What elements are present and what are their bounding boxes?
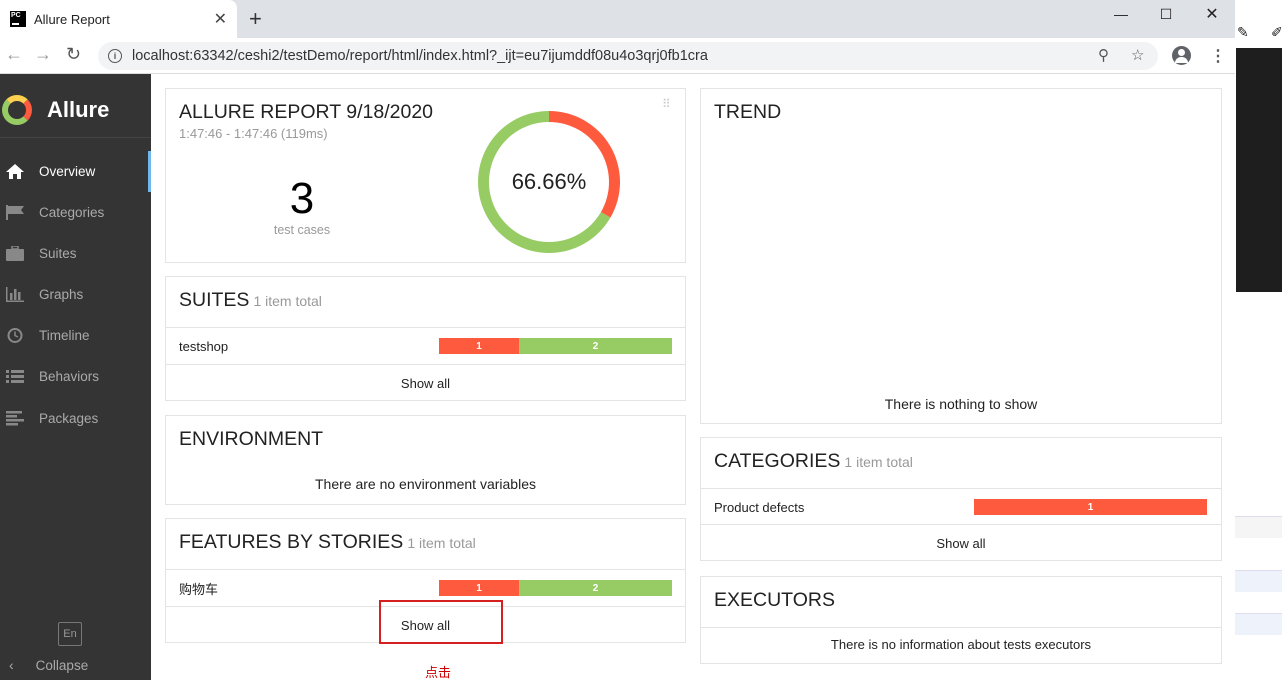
collapse-button[interactable]: ‹ Collapse [0, 654, 151, 676]
status-bar: 1 [974, 499, 1207, 515]
briefcase-icon [6, 246, 24, 261]
allure-logo[interactable]: Allure [0, 82, 151, 138]
test-count: 3 [289, 174, 315, 223]
environment-title: ENVIRONMENT [179, 428, 324, 450]
new-tab-icon[interactable]: + [249, 6, 262, 32]
bar-chart-icon [6, 287, 24, 302]
executors-message: There is no information about tests exec… [830, 637, 1092, 652]
features-title: FEATURES BY STORIES 1 item total [179, 531, 476, 553]
status-bar: 1 2 [439, 580, 672, 596]
sidebar-item-label: Categories [39, 205, 105, 220]
highlight-box [379, 600, 503, 644]
bookmark-star-icon[interactable]: ☆ [1131, 46, 1144, 64]
failed-count[interactable]: 1 [439, 580, 519, 596]
sidebar-item-label: Overview [39, 164, 96, 179]
background-dark-panel [1236, 48, 1282, 292]
flag-icon [6, 205, 24, 220]
suites-title: SUITES 1 item total [179, 289, 322, 311]
pen-icon: ✎ [1237, 24, 1249, 40]
sidebar-item-label: Behaviors [39, 369, 100, 384]
environment-widget: ENVIRONMENT There are no environment var… [165, 415, 686, 505]
align-left-icon [6, 411, 24, 426]
language-switch[interactable]: En [58, 622, 82, 646]
sidebar-item-packages[interactable]: Packages [0, 398, 151, 439]
summary-widget: ALLURE REPORT 9/18/2020 1:47:46 - 1:47:4… [165, 88, 686, 263]
report-time: 1:47:46 - 1:47:46 (119ms) [179, 126, 328, 141]
close-tab-icon[interactable]: ✕ [214, 9, 227, 29]
chevron-left-icon: ‹ [9, 657, 14, 673]
menu-kebab-icon[interactable]: ⋮ [1210, 46, 1226, 66]
pycharm-icon: PC [10, 11, 26, 27]
pass-rate-donut: 66.66% [478, 111, 620, 253]
trend-title: TREND [714, 101, 782, 123]
show-all-button[interactable]: Show all [701, 524, 1221, 561]
suite-name: testshop [179, 338, 229, 354]
browser-tab-bar: PC Allure Report ✕ + — ☐ ✕ [0, 0, 1235, 38]
table-row[interactable]: testshop 1 2 [166, 327, 685, 364]
sidebar-item-label: Packages [39, 411, 99, 426]
sidebar-item-graphs[interactable]: Graphs [0, 274, 151, 315]
test-count-label: test cases [273, 223, 331, 237]
passed-count[interactable]: 2 [519, 338, 672, 354]
defect-count[interactable]: 1 [974, 499, 1207, 515]
background-row [1235, 570, 1282, 592]
categories-title: CATEGORIES 1 item total [714, 450, 913, 472]
divider [701, 627, 1221, 628]
background-row [1235, 516, 1282, 538]
sidebar-item-timeline[interactable]: Timeline [0, 315, 151, 356]
executors-widget: EXECUTORS There is no information about … [700, 576, 1222, 664]
failed-count[interactable]: 1 [439, 338, 519, 354]
environment-message: There are no environment variables [314, 476, 536, 492]
status-bar: 1 2 [439, 338, 672, 354]
failed-segment [549, 111, 620, 218]
drag-handle-icon[interactable]: ⠿ [662, 98, 671, 110]
maximize-icon[interactable]: ☐ [1143, 0, 1189, 28]
sidebar-item-label: Graphs [39, 287, 84, 302]
table-row[interactable]: Product defects 1 [701, 488, 1221, 525]
main-content: ALLURE REPORT 9/18/2020 1:47:46 - 1:47:4… [151, 74, 1235, 680]
sidebar-item-label: Suites [39, 246, 77, 261]
url-text: localhost:63342/ceshi2/testDemo/report/h… [132, 48, 708, 64]
tab-title: Allure Report [34, 11, 110, 27]
close-window-icon[interactable]: ✕ [1189, 0, 1235, 28]
annotation-text: 点击 [425, 665, 452, 680]
back-icon[interactable]: ← [5, 44, 23, 65]
collapse-label: Collapse [35, 657, 89, 673]
browser-tab[interactable]: PC Allure Report ✕ [0, 0, 237, 38]
sidebar-item-suites[interactable]: Suites [0, 233, 151, 274]
sidebar-item-label: Timeline [39, 328, 90, 343]
address-bar: ← → ↻ i localhost:63342/ceshi2/testDemo/… [0, 38, 1235, 74]
clock-icon [6, 328, 24, 343]
pass-rate-text: 66.66% [512, 169, 587, 194]
reload-icon[interactable]: ↻ [66, 44, 81, 65]
list-icon [6, 369, 24, 384]
show-all-button[interactable]: Show all [166, 364, 685, 401]
background-window: ✎ ✐ [1235, 0, 1282, 680]
executors-title: EXECUTORS [714, 589, 835, 611]
edit-icon: ✐ [1271, 24, 1282, 40]
minimize-icon[interactable]: — [1098, 0, 1144, 28]
report-title: ALLURE REPORT 9/18/2020 [179, 101, 434, 123]
suites-widget: SUITES 1 item total testshop 1 2 Show all [165, 276, 686, 401]
sidebar-item-behaviors[interactable]: Behaviors [0, 356, 151, 397]
background-row [1235, 613, 1282, 635]
sidebar-item-categories[interactable]: Categories [0, 192, 151, 233]
category-name: Product defects [714, 499, 805, 515]
forward-icon[interactable]: → [34, 44, 52, 65]
sidebar: Allure Overview Categories Suites Graphs… [0, 74, 151, 680]
zoom-icon[interactable]: ⚲ [1098, 46, 1109, 64]
sidebar-item-overview[interactable]: Overview [0, 151, 151, 192]
trend-message: There is nothing to show [884, 396, 1038, 412]
allure-logo-icon [2, 94, 32, 125]
trend-widget: TREND There is nothing to show [700, 88, 1222, 424]
info-icon[interactable]: i [108, 49, 122, 63]
home-icon [6, 164, 24, 179]
brand-name: Allure [47, 96, 110, 122]
account-icon[interactable] [1172, 46, 1191, 65]
passed-count[interactable]: 2 [519, 580, 672, 596]
categories-widget: CATEGORIES 1 item total Product defects 1… [700, 437, 1222, 561]
feature-name: 购物车 [179, 581, 219, 597]
url-input[interactable]: i localhost:63342/ceshi2/testDemo/report… [98, 42, 1158, 70]
